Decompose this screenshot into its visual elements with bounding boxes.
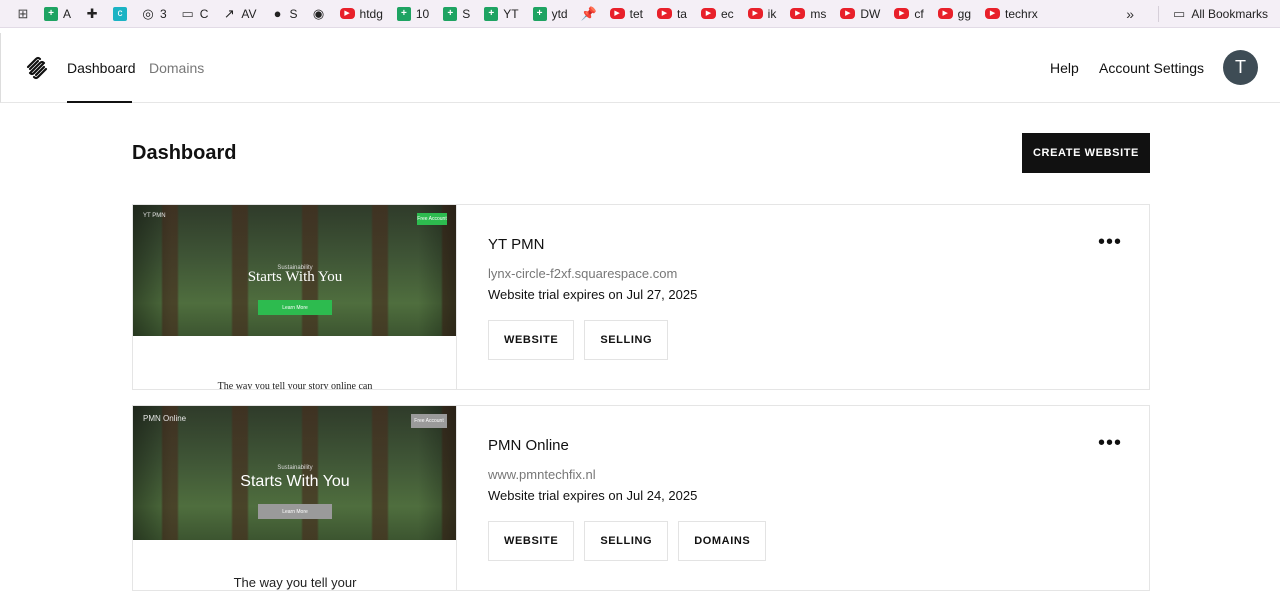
pin-icon: 📌 (580, 6, 597, 21)
active-tab-indicator (67, 101, 132, 103)
site-actions: WEBSITE SELLING (488, 320, 669, 360)
bookmark-ik[interactable]: ▶ ik (747, 0, 776, 28)
thumbnail-badge: Free Account (411, 414, 447, 428)
bookmark-3[interactable]: ◎ 3 (141, 0, 166, 28)
bookmark-canva[interactable]: c (113, 0, 128, 28)
thumbnail-cta: Learn More (258, 300, 332, 315)
bookmark-pin[interactable]: 📌 (580, 0, 597, 28)
selling-button[interactable]: SELLING (584, 320, 669, 360)
thumbnail-subtitle: Sustainability (277, 465, 313, 471)
sheets-icon: + (443, 6, 458, 21)
bookmark-apps[interactable]: ⊞ (16, 0, 30, 28)
bookmark-gg[interactable]: ▶ gg (937, 0, 971, 28)
bookmark-10[interactable]: +10 (396, 0, 429, 28)
bookmark-ta[interactable]: ▶ ta (656, 0, 687, 28)
youtube-icon: ▶ (700, 8, 716, 19)
site-name[interactable]: YT PMN (488, 236, 697, 253)
site-url[interactable]: lynx-circle-f2xf.squarespace.com (488, 266, 697, 281)
more-options-icon[interactable]: ••• (1098, 433, 1122, 453)
selling-button[interactable]: SELLING (584, 521, 669, 561)
site-thumbnail[interactable]: YT PMN Free Account Sustainability Start… (133, 205, 457, 389)
thumbnail-site-title: YT PMN (143, 213, 166, 219)
github-icon: ◉ (312, 6, 325, 21)
bookmark-github[interactable]: ◉ (312, 0, 326, 28)
site-name[interactable]: PMN Online (488, 437, 697, 454)
youtube-icon: ▶ (790, 8, 806, 19)
site-card[interactable]: PMN Online Free Account Sustainability S… (132, 405, 1150, 591)
bookmark-htdg[interactable]: ▶ htdg (339, 0, 383, 28)
thumbnail-caption: The way you tell your story online can (217, 381, 373, 389)
bookmark-s-globe[interactable]: ● S (271, 0, 298, 28)
sheets-icon: + (532, 6, 547, 21)
bookmark-a[interactable]: + A (44, 0, 71, 28)
thumbnail-badge: Free Account (417, 213, 447, 225)
bookmarks-overflow-button[interactable]: » (1126, 6, 1134, 22)
domains-button[interactable]: DOMAINS (678, 521, 767, 561)
youtube-icon: ▶ (840, 8, 856, 19)
thumbnail-site-title: PMN Online (143, 414, 187, 423)
bookmark-yt[interactable]: + YT (484, 0, 519, 28)
bookmark-ms[interactable]: ▶ ms (790, 0, 826, 28)
trend-chart-icon: ↗ (223, 6, 235, 21)
site-info: YT PMN lynx-circle-f2xf.squarespace.com … (488, 236, 697, 302)
youtube-icon: ▶ (985, 8, 1001, 19)
tab-domains[interactable]: Domains (149, 60, 204, 76)
thumbnail-cta: Learn More (258, 504, 332, 519)
avatar[interactable]: T (1223, 50, 1258, 85)
top-navigation: Dashboard Domains Help Account Settings … (0, 33, 1280, 103)
bookmark-tet[interactable]: ▶ tet (609, 0, 643, 28)
folder-icon: ▭ (181, 6, 194, 21)
globe-icon: ● (273, 6, 282, 21)
youtube-icon: ▶ (609, 8, 625, 19)
youtube-icon: ▶ (656, 8, 672, 19)
site-info: PMN Online www.pmntechfix.nl Website tri… (488, 437, 697, 503)
sheets-icon: + (396, 6, 411, 21)
account-settings-link[interactable]: Account Settings (1099, 60, 1204, 76)
bookmark-av[interactable]: ↗ AV (222, 0, 257, 28)
site-actions: WEBSITE SELLING DOMAINS (488, 521, 767, 561)
bookmarks-bar: ⊞ + A ✚ c ◎ 3 ▭ C ↗ AV ● S ◉ ▶ htdg +10 + S + YT… (0, 0, 1280, 28)
squarespace-logo-icon[interactable] (25, 56, 49, 80)
sheets-icon: + (484, 6, 499, 21)
thumbnail-caption: The way you tell your (233, 575, 357, 590)
thumbnail-headline: Starts With You (240, 473, 350, 490)
create-website-button[interactable]: CREATE WEBSITE (1022, 133, 1150, 173)
puzzle-extension-icon: ✚ (86, 6, 98, 21)
site-trial-status: Website trial expires on Jul 27, 2025 (488, 287, 698, 302)
youtube-icon: ▶ (339, 8, 355, 19)
bookmark-s-sheet[interactable]: + S (443, 0, 470, 28)
bookmark-ytd[interactable]: + ytd (532, 0, 568, 28)
more-options-icon[interactable]: ••• (1098, 232, 1122, 252)
apps-grid-icon: ⊞ (17, 6, 29, 21)
bookmark-dw[interactable]: ▶ DW (840, 0, 880, 28)
all-bookmarks-button[interactable]: ▭ All Bookmarks (1158, 5, 1268, 22)
youtube-icon: ▶ (747, 8, 763, 19)
site-card[interactable]: YT PMN Free Account Sustainability Start… (132, 204, 1150, 390)
youtube-icon: ▶ (894, 8, 910, 19)
bookmark-ec[interactable]: ▶ ec (700, 0, 734, 28)
website-button[interactable]: WEBSITE (488, 320, 575, 360)
help-link[interactable]: Help (1050, 60, 1079, 76)
page-title: Dashboard (132, 142, 237, 164)
bookmark-techrx[interactable]: ▶ techrx (985, 0, 1038, 28)
site-thumbnail[interactable]: PMN Online Free Account Sustainability S… (133, 406, 457, 590)
canva-icon: c (113, 6, 128, 21)
bookmark-extension[interactable]: ✚ (85, 0, 99, 28)
youtube-icon: ▶ (937, 8, 953, 19)
site-url[interactable]: www.pmntechfix.nl (488, 467, 697, 482)
thumbnail-headline: Starts With You (247, 269, 343, 285)
bookmark-c[interactable]: ▭ C (181, 0, 209, 28)
thumbnail-hero-image: YT PMN Free Account Sustainability Start… (133, 205, 456, 336)
bookmark-cf[interactable]: ▶ cf (894, 0, 924, 28)
sheets-icon: + (44, 6, 58, 21)
openai-icon: ◎ (142, 6, 154, 21)
site-trial-status: Website trial expires on Jul 24, 2025 (488, 488, 698, 503)
tab-dashboard[interactable]: Dashboard (67, 60, 136, 76)
folder-icon: ▭ (1173, 5, 1186, 21)
website-button[interactable]: WEBSITE (488, 521, 575, 561)
thumbnail-hero-image: PMN Online Free Account Sustainability S… (133, 406, 456, 540)
